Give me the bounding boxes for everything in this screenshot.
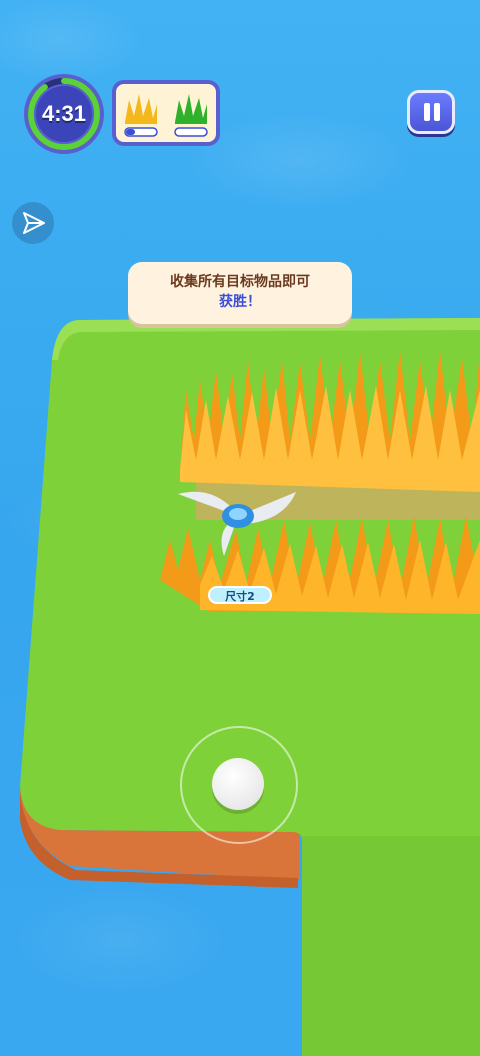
game-scene [20, 318, 480, 1056]
hint-line-2: 获胜！ [219, 294, 261, 310]
target-green-grass [171, 88, 211, 138]
green-grass-icon [174, 94, 208, 137]
share-button[interactable] [12, 202, 54, 244]
target-yellow-grass [121, 88, 161, 138]
pause-button[interactable] [407, 90, 455, 134]
timer-widget: 4:31 [22, 72, 106, 156]
hint-line-1: 收集所有目标物品即可 [170, 274, 310, 290]
player-size-label: 尺寸2 [208, 586, 272, 604]
joystick-knob[interactable] [212, 758, 264, 810]
hint-banner: 收集所有目标物品即可 获胜！ [128, 262, 352, 324]
yellow-grass-icon [124, 94, 158, 137]
timer-text: 4:31 [41, 101, 87, 126]
send-icon [23, 212, 45, 234]
target-items-panel [112, 80, 220, 146]
